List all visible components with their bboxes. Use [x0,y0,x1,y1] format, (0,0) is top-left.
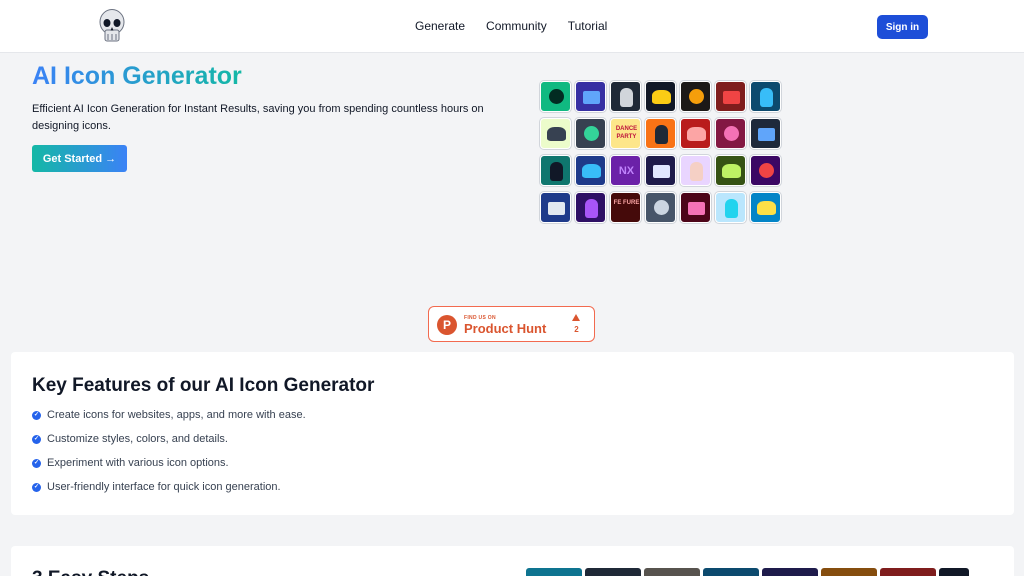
moon-night-glyph [653,165,670,178]
teal-alien-glyph [550,162,563,181]
pink-hood-icon[interactable] [715,118,746,149]
check-circle-icon: ✓ [32,482,41,492]
check-circle-icon: ✓ [32,410,41,420]
page-title: AI Icon Generator [32,62,242,90]
robot-truck-icon[interactable] [575,118,606,149]
red-eyes-glyph [759,163,774,178]
feature-item: ✓ User-friendly interface for quick icon… [32,481,281,493]
gamepad-icon[interactable] [610,81,641,112]
fe-fure-icon[interactable]: FE FURE [610,192,641,223]
product-hunt-icon: P [437,315,457,335]
feature-text: Customize styles, colors, and details. [47,433,228,445]
product-hunt-name: Product Hunt [464,321,547,336]
triangle-emblem-glyph [549,89,564,104]
smiling-ball-icon[interactable] [715,192,746,223]
hero-description: Efficient AI Icon Generation for Instant… [32,103,484,132]
steps-title: 3 Easy Steps [32,568,149,576]
pink-hood-glyph [724,126,739,141]
yellow-monster-icon[interactable] [715,155,746,186]
purple-flower-icon[interactable] [575,192,606,223]
example-image [585,568,641,576]
feature-text: Experiment with various icon options. [47,457,229,469]
example-image [526,568,582,576]
grey-orb-icon[interactable] [645,192,676,223]
red-head-icon[interactable] [680,118,711,149]
get-started-button[interactable]: Get Started → [32,145,127,172]
upvote-arrow-icon [572,314,580,321]
feature-text: User-friendly interface for quick icon g… [47,481,281,493]
white-creature-glyph [548,202,565,215]
example-image [703,568,759,576]
orange-card-glyph [689,89,704,104]
teal-alien-icon[interactable] [540,155,571,186]
upvote-count: 2 [574,325,579,334]
pink-letter-glyph [688,202,705,215]
feature-item: ✓ Customize styles, colors, and details. [32,433,228,445]
blue-robot-glyph [758,128,775,141]
ray-gun-icon[interactable] [540,118,571,149]
feature-item: ✓ Create icons for websites, apps, and m… [32,409,306,421]
skull-icon[interactable] [97,8,127,44]
white-creature-icon[interactable] [540,192,571,223]
sponge-icon[interactable] [750,192,781,223]
feature-item: ✓ Experiment with various icon options. [32,457,229,469]
robot-truck-glyph [584,126,599,141]
grey-orb-glyph [654,200,669,215]
icon-gallery: DANCE PARTY NX FE FURE [540,81,781,223]
feature-text: Create icons for websites, apps, and mor… [47,409,306,421]
blue-robot-icon[interactable] [750,118,781,149]
sunset-house-glyph [655,125,668,144]
blue-city-glyph [583,91,600,104]
deer-glyph [652,90,671,104]
card-suits-glyph [723,91,740,104]
features-title: Key Features of our AI Icon Generator [32,375,375,396]
red-eyes-icon[interactable] [750,155,781,186]
top-navigation-bar: Generate Community Tutorial Sign in [0,0,1024,53]
example-image [880,568,936,576]
sunset-house-icon[interactable] [645,118,676,149]
deer-icon[interactable] [645,81,676,112]
bald-face-icon[interactable] [680,155,711,186]
key-features-section: Key Features of our AI Icon Generator ✓ … [11,352,1014,515]
dance-party-icon[interactable]: DANCE PARTY [610,118,641,149]
icon-label: NX [618,165,635,177]
ray-gun-glyph [547,127,566,141]
moon-night-icon[interactable] [645,155,676,186]
example-image-strip [526,568,969,576]
nav-community[interactable]: Community [486,19,547,33]
gamepad-glyph [620,88,633,107]
purple-flower-glyph [585,199,598,218]
example-image [939,568,969,576]
example-image [762,568,818,576]
steps-section: 3 Easy Steps [11,546,1014,576]
sponge-glyph [757,201,776,215]
triangle-emblem-icon[interactable] [540,81,571,112]
check-circle-icon: ✓ [32,458,41,468]
example-image [821,568,877,576]
main-nav: Generate Community Tutorial [415,19,607,33]
red-head-glyph [687,127,706,141]
globe-glyph [582,164,601,178]
bald-face-glyph [690,162,703,181]
blue-eye-icon[interactable] [750,81,781,112]
icon-label: FE FURE [613,200,640,206]
icon-label: DANCE PARTY [615,126,638,140]
nx-logo-icon[interactable]: NX [610,155,641,186]
card-suits-icon[interactable] [715,81,746,112]
blue-eye-glyph [760,88,773,107]
product-hunt-badge[interactable]: P FIND US ON Product Hunt 2 [428,306,595,342]
smiling-ball-glyph [725,199,738,218]
pink-letter-icon[interactable] [680,192,711,223]
sign-in-button[interactable]: Sign in [877,15,928,39]
nav-tutorial[interactable]: Tutorial [568,19,608,33]
example-image [644,568,700,576]
nav-generate[interactable]: Generate [415,19,465,33]
globe-icon[interactable] [575,155,606,186]
yellow-monster-glyph [722,164,741,178]
orange-card-icon[interactable] [680,81,711,112]
blue-city-icon[interactable] [575,81,606,112]
check-circle-icon: ✓ [32,434,41,444]
